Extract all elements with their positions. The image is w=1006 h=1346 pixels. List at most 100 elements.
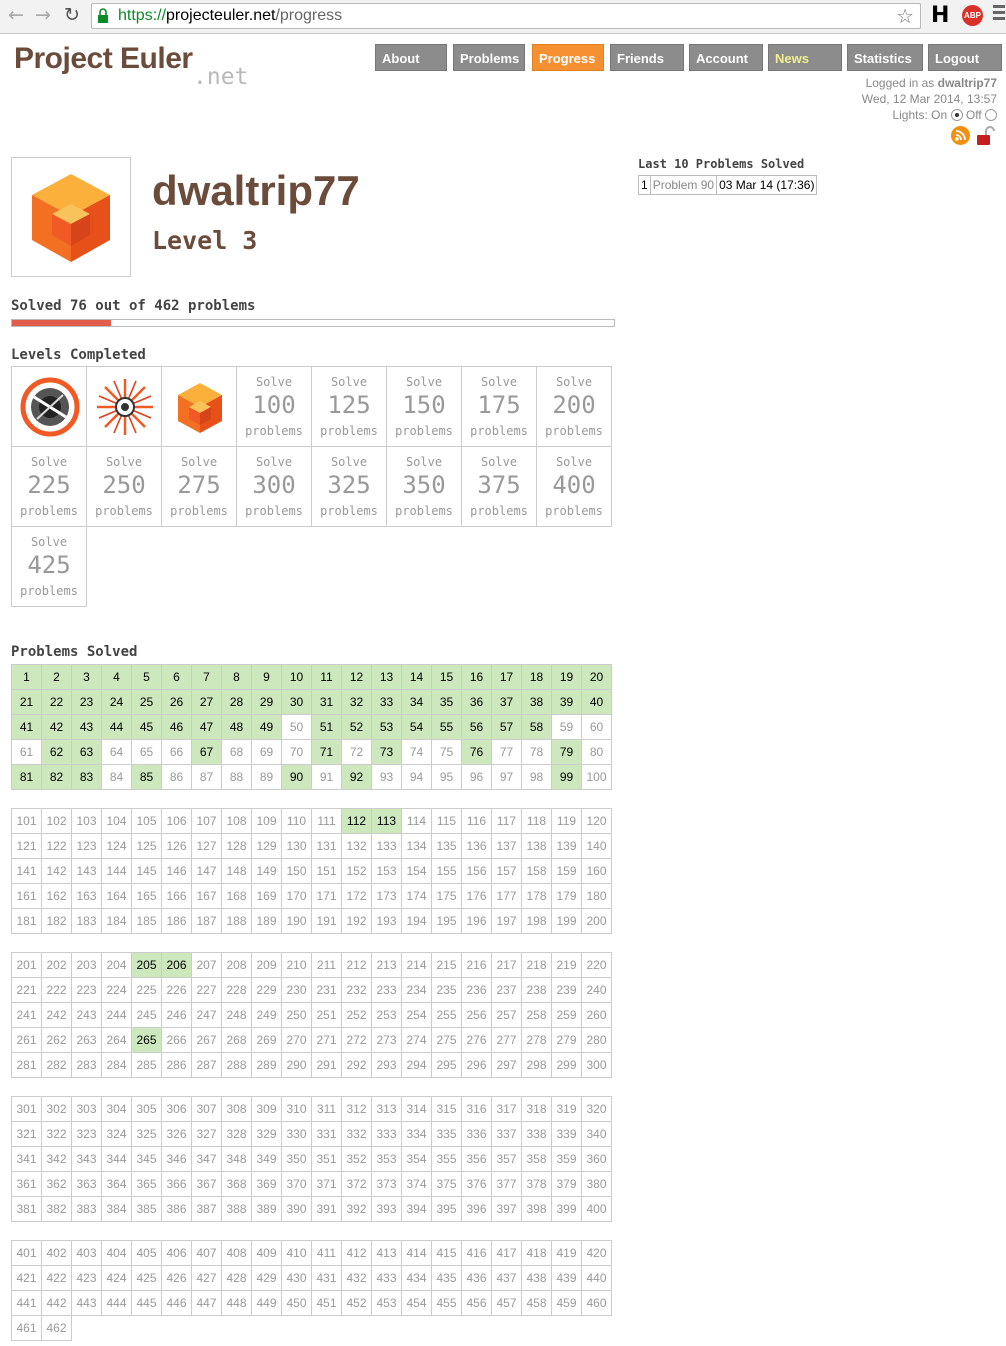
problem-cell[interactable]: 125: [131, 833, 162, 859]
problem-cell[interactable]: 366: [161, 1171, 192, 1197]
problem-cell[interactable]: 398: [521, 1196, 552, 1222]
problem-cell[interactable]: 264: [101, 1027, 132, 1053]
problem-cell[interactable]: 97: [491, 764, 522, 790]
problem-cell[interactable]: 237: [491, 977, 522, 1003]
nav-friends[interactable]: Friends: [610, 44, 684, 71]
problem-cell[interactable]: 303: [71, 1096, 102, 1122]
problem-cell[interactable]: 439: [551, 1265, 582, 1291]
problem-cell[interactable]: 16: [461, 664, 492, 690]
problem-cell[interactable]: 240: [581, 977, 612, 1003]
problem-cell[interactable]: 250: [281, 1002, 312, 1028]
problem-cell[interactable]: 118: [521, 808, 552, 834]
problem-cell[interactable]: 358: [521, 1146, 552, 1172]
problem-cell[interactable]: 204: [101, 952, 132, 978]
problem-cell[interactable]: 160: [581, 858, 612, 884]
problem-cell[interactable]: 101: [11, 808, 42, 834]
problem-cell[interactable]: 462: [41, 1315, 72, 1341]
problem-cell[interactable]: 31: [311, 689, 342, 715]
problem-cell[interactable]: 41: [11, 714, 42, 740]
problem-cell[interactable]: 332: [341, 1121, 372, 1147]
problem-cell[interactable]: 364: [101, 1171, 132, 1197]
problem-cell[interactable]: 420: [581, 1240, 612, 1266]
problem-cell[interactable]: 416: [461, 1240, 492, 1266]
problem-cell[interactable]: 233: [371, 977, 402, 1003]
problem-cell[interactable]: 139: [551, 833, 582, 859]
problem-cell[interactable]: 167: [191, 883, 222, 909]
problem-cell[interactable]: 452: [341, 1290, 372, 1316]
problem-cell[interactable]: 103: [71, 808, 102, 834]
address-bar[interactable]: https://projecteuler.net/progress ☆: [91, 3, 921, 29]
problem-cell[interactable]: 378: [521, 1171, 552, 1197]
problem-cell[interactable]: 424: [101, 1265, 132, 1291]
problem-cell[interactable]: 96: [461, 764, 492, 790]
problem-cell[interactable]: 141: [11, 858, 42, 884]
problem-cell[interactable]: 154: [401, 858, 432, 884]
problem-cell[interactable]: 157: [491, 858, 522, 884]
problem-cell[interactable]: 346: [161, 1146, 192, 1172]
problem-cell[interactable]: 448: [221, 1290, 252, 1316]
problem-cell[interactable]: 127: [191, 833, 222, 859]
padlock-icon[interactable]: [976, 126, 996, 146]
site-logo[interactable]: Project Euler .net: [14, 42, 248, 90]
nav-statistics[interactable]: Statistics: [847, 44, 923, 71]
problem-cell[interactable]: 413: [371, 1240, 402, 1266]
problem-cell[interactable]: 314: [401, 1096, 432, 1122]
problem-cell[interactable]: 460: [581, 1290, 612, 1316]
problem-cell[interactable]: 438: [521, 1265, 552, 1291]
problem-cell[interactable]: 38: [521, 689, 552, 715]
problem-cell[interactable]: 140: [581, 833, 612, 859]
problem-cell[interactable]: 147: [191, 858, 222, 884]
problem-cell[interactable]: 221: [11, 977, 42, 1003]
problem-cell[interactable]: 223: [71, 977, 102, 1003]
problem-cell[interactable]: 308: [221, 1096, 252, 1122]
problem-cell[interactable]: 285: [131, 1052, 162, 1078]
problem-cell[interactable]: 262: [41, 1027, 72, 1053]
problem-cell[interactable]: 309: [251, 1096, 282, 1122]
problem-cell[interactable]: 171: [311, 883, 342, 909]
problem-cell[interactable]: 49: [251, 714, 282, 740]
problem-cell[interactable]: 189: [251, 908, 282, 934]
problem-cell[interactable]: 39: [551, 689, 582, 715]
problem-cell[interactable]: 206: [161, 952, 192, 978]
problem-cell[interactable]: 331: [311, 1121, 342, 1147]
problem-cell[interactable]: 174: [401, 883, 432, 909]
rss-icon[interactable]: [951, 126, 970, 145]
problem-cell[interactable]: 343: [71, 1146, 102, 1172]
problem-cell[interactable]: 282: [41, 1052, 72, 1078]
problem-cell[interactable]: 126: [161, 833, 192, 859]
problem-cell[interactable]: 94: [401, 764, 432, 790]
problem-cell[interactable]: 85: [131, 764, 162, 790]
problem-cell[interactable]: 35: [431, 689, 462, 715]
problem-cell[interactable]: 176: [461, 883, 492, 909]
problem-cell[interactable]: 156: [461, 858, 492, 884]
problem-cell[interactable]: 450: [281, 1290, 312, 1316]
problem-cell[interactable]: 328: [221, 1121, 252, 1147]
problem-cell[interactable]: 109: [251, 808, 282, 834]
problem-cell[interactable]: 447: [191, 1290, 222, 1316]
problem-cell[interactable]: 7: [191, 664, 222, 690]
problem-cell[interactable]: 350: [281, 1146, 312, 1172]
problem-cell[interactable]: 200: [581, 908, 612, 934]
problem-cell[interactable]: 201: [11, 952, 42, 978]
problem-cell[interactable]: 401: [11, 1240, 42, 1266]
problem-cell[interactable]: 24: [101, 689, 132, 715]
problem-cell[interactable]: 53: [371, 714, 402, 740]
problem-cell[interactable]: 55: [431, 714, 462, 740]
problem-cell[interactable]: 234: [401, 977, 432, 1003]
problem-cell[interactable]: 98: [521, 764, 552, 790]
problem-cell[interactable]: 399: [551, 1196, 582, 1222]
problem-cell[interactable]: 263: [71, 1027, 102, 1053]
problem-cell[interactable]: 100: [581, 764, 612, 790]
problem-cell[interactable]: 145: [131, 858, 162, 884]
problem-cell[interactable]: 304: [101, 1096, 132, 1122]
problem-cell[interactable]: 374: [401, 1171, 432, 1197]
problem-cell[interactable]: 138: [521, 833, 552, 859]
problem-cell[interactable]: 25: [131, 689, 162, 715]
problem-cell[interactable]: 193: [371, 908, 402, 934]
problem-cell[interactable]: 74: [401, 739, 432, 765]
problem-cell[interactable]: 272: [341, 1027, 372, 1053]
lights-on-radio[interactable]: [950, 109, 963, 121]
problem-cell[interactable]: 48: [221, 714, 252, 740]
nav-about[interactable]: About: [375, 44, 447, 71]
problem-cell[interactable]: 385: [131, 1196, 162, 1222]
